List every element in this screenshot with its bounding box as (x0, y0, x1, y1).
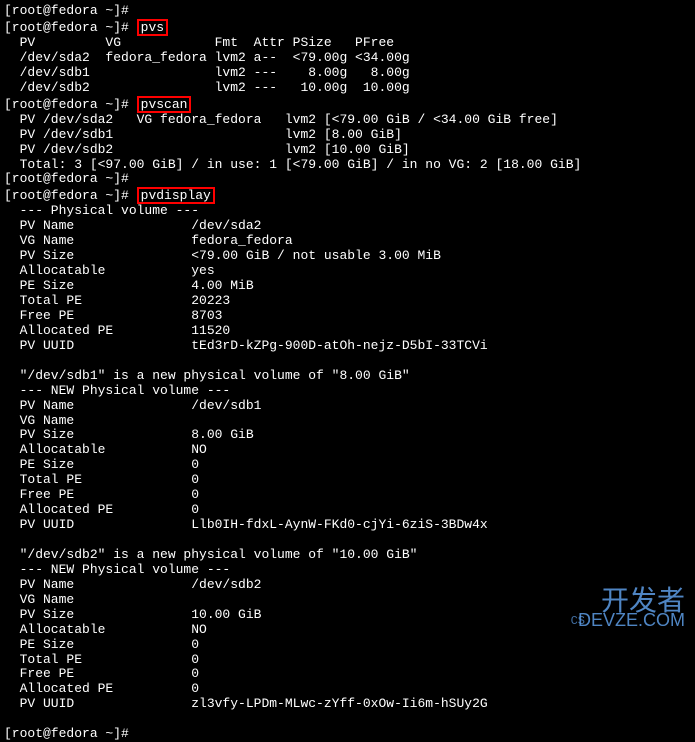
prompt-hash: # (121, 20, 137, 35)
prompt-text: [root@fedora ~] (4, 3, 121, 18)
pvdisplay-row: PV UUID zl3vfy-LPDm-MLwc-zYff-0xOw-Ii6m-… (4, 697, 691, 712)
pvdisplay-row: VG Name fedora_fedora (4, 234, 691, 249)
pvdisplay-row: PV Size 10.00 GiB (4, 608, 691, 623)
pvdisplay-row: PV UUID tEd3rD-kZPg-900D-atOh-nejz-D5bI-… (4, 339, 691, 354)
pvs-row: /dev/sda2 fedora_fedora lvm2 a-- <79.00g… (4, 51, 691, 66)
pvdisplay-row: Free PE 0 (4, 667, 691, 682)
pvscan-row: PV /dev/sdb2 lvm2 [10.00 GiB] (4, 143, 691, 158)
pvdisplay-row: Total PE 20223 (4, 294, 691, 309)
prompt-line: [root@fedora ~]# (4, 4, 691, 19)
prompt-hash: # (121, 97, 137, 112)
pvdisplay-row: PV Size 8.00 GiB (4, 428, 691, 443)
command-line-pvs[interactable]: [root@fedora ~]# pvs (4, 19, 691, 36)
pvdisplay-row: VG Name (4, 414, 691, 429)
pvdisplay-row: PV UUID Llb0IH-fdxL-AynW-FKd0-cjYi-6ziS-… (4, 518, 691, 533)
pvscan-row: Total: 3 [<97.00 GiB] / in use: 1 [<79.0… (4, 158, 691, 173)
empty-prompt[interactable]: [root@fedora ~]# (4, 172, 691, 187)
pvdisplay-row: PV Size <79.00 GiB / not usable 3.00 MiB (4, 249, 691, 264)
pvdisplay-row: Allocatable NO (4, 443, 691, 458)
pvdisplay-msg: "/dev/sdb1" is a new physical volume of … (4, 369, 691, 384)
command-pvscan: pvscan (137, 96, 192, 113)
pvdisplay-row: Total PE 0 (4, 473, 691, 488)
pvdisplay-row: Free PE 8703 (4, 309, 691, 324)
pvscan-row: PV /dev/sdb1 lvm2 [8.00 GiB] (4, 128, 691, 143)
pvdisplay-row: Total PE 0 (4, 653, 691, 668)
blank-line (4, 533, 691, 548)
pvdisplay-header: --- Physical volume --- (4, 204, 691, 219)
prompt-hash: # (121, 3, 137, 18)
pvdisplay-row: PE Size 4.00 MiB (4, 279, 691, 294)
command-pvs: pvs (137, 19, 168, 36)
command-line-pvdisplay[interactable]: [root@fedora ~]# pvdisplay (4, 187, 691, 204)
pvdisplay-row: PE Size 0 (4, 458, 691, 473)
command-line-pvscan[interactable]: [root@fedora ~]# pvscan (4, 96, 691, 113)
pvs-row: /dev/sdb2 lvm2 --- 10.00g 10.00g (4, 81, 691, 96)
prompt-text: [root@fedora ~] (4, 97, 121, 112)
watermark-csdn: CS (571, 615, 585, 629)
pvdisplay-row: Free PE 0 (4, 488, 691, 503)
pvdisplay-row: PE Size 0 (4, 638, 691, 653)
prompt-text: [root@fedora ~] (4, 188, 121, 203)
pvdisplay-row: PV Name /dev/sdb2 (4, 578, 691, 593)
pvs-header: PV VG Fmt Attr PSize PFree (4, 36, 691, 51)
pvdisplay-row: Allocatable yes (4, 264, 691, 279)
prompt-text: [root@fedora ~] (4, 20, 121, 35)
prompt-hash: # (121, 188, 137, 203)
pvdisplay-row: Allocated PE 0 (4, 682, 691, 697)
pvdisplay-header: --- NEW Physical volume --- (4, 563, 691, 578)
blank-line (4, 712, 691, 727)
pvdisplay-row: Allocated PE 11520 (4, 324, 691, 339)
pvdisplay-row: VG Name (4, 593, 691, 608)
pvdisplay-header: --- NEW Physical volume --- (4, 384, 691, 399)
blank-line (4, 354, 691, 369)
pvdisplay-row: Allocated PE 0 (4, 503, 691, 518)
command-pvdisplay: pvdisplay (137, 187, 215, 204)
pvdisplay-msg: "/dev/sdb2" is a new physical volume of … (4, 548, 691, 563)
pvdisplay-row: PV Name /dev/sda2 (4, 219, 691, 234)
pvdisplay-row: Allocatable NO (4, 623, 691, 638)
pvscan-row: PV /dev/sda2 VG fedora_fedora lvm2 [<79.… (4, 113, 691, 128)
pvdisplay-row: PV Name /dev/sdb1 (4, 399, 691, 414)
pvs-row: /dev/sdb1 lvm2 --- 8.00g 8.00g (4, 66, 691, 81)
empty-prompt-final[interactable]: [root@fedora ~]# (4, 727, 691, 742)
